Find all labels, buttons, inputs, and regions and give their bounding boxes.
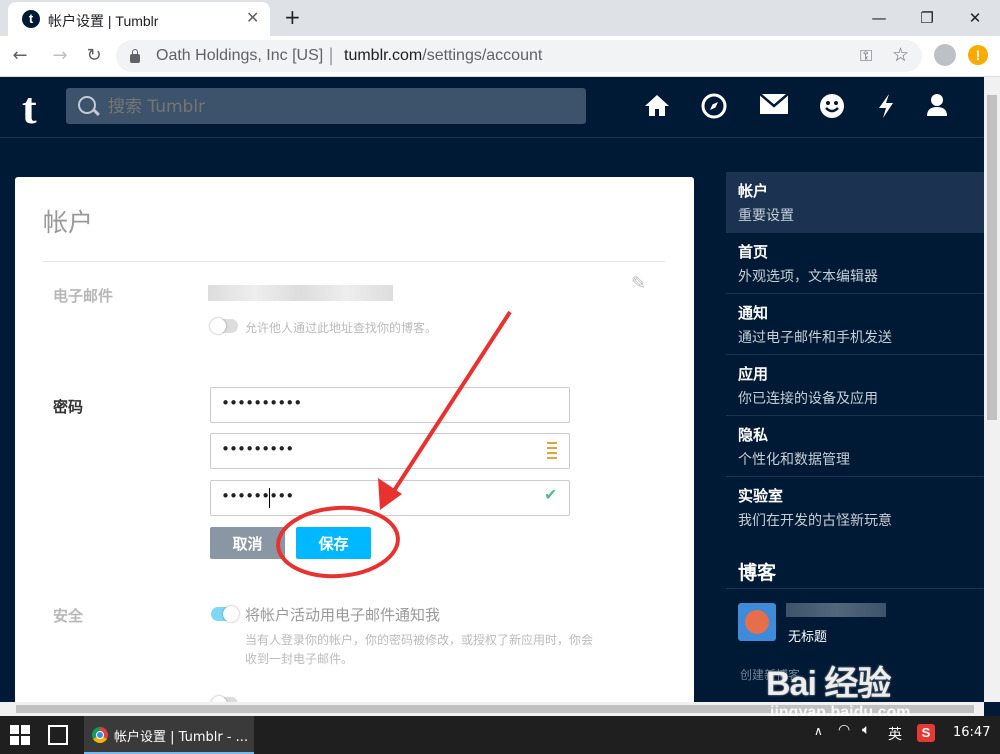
chrome-icon [92, 727, 108, 743]
sidebar-item-title: 通知 [738, 304, 769, 322]
forward-icon[interactable]: → [46, 42, 74, 70]
blog-title[interactable]: 无标题 [788, 626, 827, 645]
sidebar-item-subtitle: 我们在开发的古怪新玩意 [738, 513, 892, 529]
tray-expand-icon[interactable]: ∧ [814, 724, 823, 738]
page-scrollbar-thumb[interactable] [987, 95, 997, 420]
browser-tab-bar: t 帐户设置 | Tumblr ✕ + — ❐ ✕ [0, 0, 1000, 36]
browser-tab[interactable]: t 帐户设置 | Tumblr ✕ [8, 2, 270, 36]
save-button[interactable]: 保存 [296, 527, 371, 559]
sidebar-item-title: 首页 [738, 243, 769, 261]
minimize-icon[interactable]: — [856, 4, 902, 32]
confirm-password-value: ••••••••• [221, 487, 294, 505]
email-lookup-text: 允许他人通过此地址查找你的博客。 [245, 321, 438, 335]
blogs-heading: 博客 [738, 562, 777, 584]
sogou-ime-icon[interactable]: S [917, 724, 935, 742]
new-password-value: ••••••••• [221, 440, 294, 458]
sidebar-item-title: 应用 [738, 365, 769, 383]
reload-icon[interactable]: ↻ [80, 42, 108, 70]
task-view-icon[interactable] [48, 725, 68, 745]
compass-icon[interactable] [700, 93, 728, 121]
settings-sidebar: 帐户 重要设置 首页 外观选项，文本编辑器 通知 通过电子邮件和手机发送 应用 … [726, 172, 984, 702]
sidebar-item-title: 帐户 [738, 182, 769, 200]
url-separator: | [328, 45, 335, 66]
browser-toolbar: ← → ↻ Oath Holdings, Inc [US] | tumblr.c… [0, 36, 1000, 77]
sidebar-item-apps[interactable]: 应用 你已连接的设备及应用 [726, 355, 984, 416]
tab-close-icon[interactable]: ✕ [246, 8, 259, 27]
url-host: tumblr.com [344, 47, 423, 64]
pencil-icon[interactable]: ✎ [631, 273, 646, 294]
sidebar-item-dashboard[interactable]: 首页 外观选项，文本编辑器 [726, 233, 984, 294]
profile-icon[interactable] [934, 44, 956, 66]
search-box[interactable] [66, 88, 586, 124]
url-path: /settings/account [422, 47, 543, 64]
email-lookup-toggle[interactable] [210, 318, 238, 334]
sidebar-item-subtitle: 你已连接的设备及应用 [738, 391, 878, 407]
windows-start-icon[interactable] [10, 725, 30, 745]
sidebar-item-notifications[interactable]: 通知 通过电子邮件和手机发送 [726, 294, 984, 355]
bookmark-star-icon[interactable]: ☆ [892, 44, 909, 66]
sidebar-item-title: 隐私 [738, 426, 769, 444]
taskbar-chrome-item[interactable]: 帐户设置 | Tumblr - ... [84, 716, 254, 754]
lock-icon[interactable] [130, 49, 140, 63]
security-label: 安全 [53, 607, 84, 625]
wifi-icon[interactable]: ◠ [838, 722, 850, 738]
new-tab-icon[interactable]: + [284, 5, 301, 29]
baidu-watermark-logo: Bai 经验 [766, 665, 891, 703]
home-icon[interactable] [643, 93, 671, 121]
update-alert-icon[interactable]: ! [968, 45, 988, 65]
current-password-value: •••••••••• [221, 394, 302, 412]
tumblr-logo[interactable]: t [22, 83, 37, 134]
sidebar-item-subtitle: 个性化和数据管理 [738, 452, 850, 468]
chat-icon[interactable] [818, 93, 846, 121]
page-title: 帐户 [43, 208, 94, 237]
sidebar-item-subtitle: 外观选项，文本编辑器 [738, 269, 878, 285]
password-label: 密码 [53, 398, 84, 416]
blog-name-redacted [786, 603, 886, 617]
sidebar-item-subtitle: 重要设置 [738, 208, 794, 224]
taskbar-clock[interactable]: 16:47 [953, 725, 990, 740]
key-icon[interactable]: ⚿ [860, 46, 872, 66]
cancel-button[interactable]: 取消 [210, 527, 285, 559]
title-divider [43, 261, 665, 262]
blogs-divider [726, 588, 984, 589]
security-description: 当有人登录你的帐户，你的密码被修改，或授权了新应用时，你会收到一封电子邮件。 [245, 633, 594, 666]
lightning-icon[interactable] [872, 93, 900, 121]
url[interactable]: tumblr.com/settings/account [344, 47, 542, 65]
sidebar-item-title: 实验室 [738, 487, 784, 505]
security-notify-text: 将帐户活动用电子邮件通知我 [245, 606, 441, 624]
current-password-input[interactable]: •••••••••• [210, 387, 570, 423]
confirm-password-input[interactable]: ••••••••• ✔ [210, 480, 570, 516]
site-owner: Oath Holdings, Inc [US] [156, 47, 324, 64]
taskbar-item-label: 帐户设置 | Tumblr - ... [114, 730, 249, 745]
text-caret [269, 488, 270, 508]
search-input[interactable] [106, 94, 570, 120]
email-label: 电子邮件 [53, 287, 114, 305]
sidebar-item-subtitle: 通过电子邮件和手机发送 [738, 330, 892, 346]
tab-title: 帐户设置 | Tumblr [48, 13, 159, 29]
blog-avatar[interactable] [738, 603, 776, 641]
email-value-redacted [208, 285, 393, 301]
search-icon [78, 96, 96, 114]
new-password-input[interactable]: ••••••••• [210, 433, 570, 469]
account-icon[interactable] [923, 93, 951, 121]
account-settings-card: 帐户 电子邮件 ✎ 允许他人通过此地址查找你的博客。 密码 ••••••••••… [15, 177, 694, 707]
security-notify-toggle[interactable] [211, 606, 239, 622]
password-strength-icon [547, 442, 557, 460]
window-close-icon[interactable]: ✕ [952, 4, 998, 32]
volume-icon[interactable]: 🔈︎ [862, 722, 870, 738]
back-icon[interactable]: ← [6, 42, 34, 70]
tumblr-header: t [0, 77, 984, 138]
input-method-indicator[interactable]: 英 [888, 724, 902, 744]
check-icon: ✔ [544, 485, 558, 504]
address-bar[interactable]: Oath Holdings, Inc [US] | tumblr.com/set… [116, 40, 922, 72]
tumblr-favicon-icon: t [22, 10, 40, 28]
sidebar-item-privacy[interactable]: 隐私 个性化和数据管理 [726, 416, 984, 477]
maximize-icon[interactable]: ❐ [904, 4, 950, 32]
mail-icon[interactable] [758, 93, 790, 121]
sidebar-item-account[interactable]: 帐户 重要设置 [726, 172, 984, 233]
sidebar-item-labs[interactable]: 实验室 我们在开发的古怪新玩意 [726, 477, 984, 537]
